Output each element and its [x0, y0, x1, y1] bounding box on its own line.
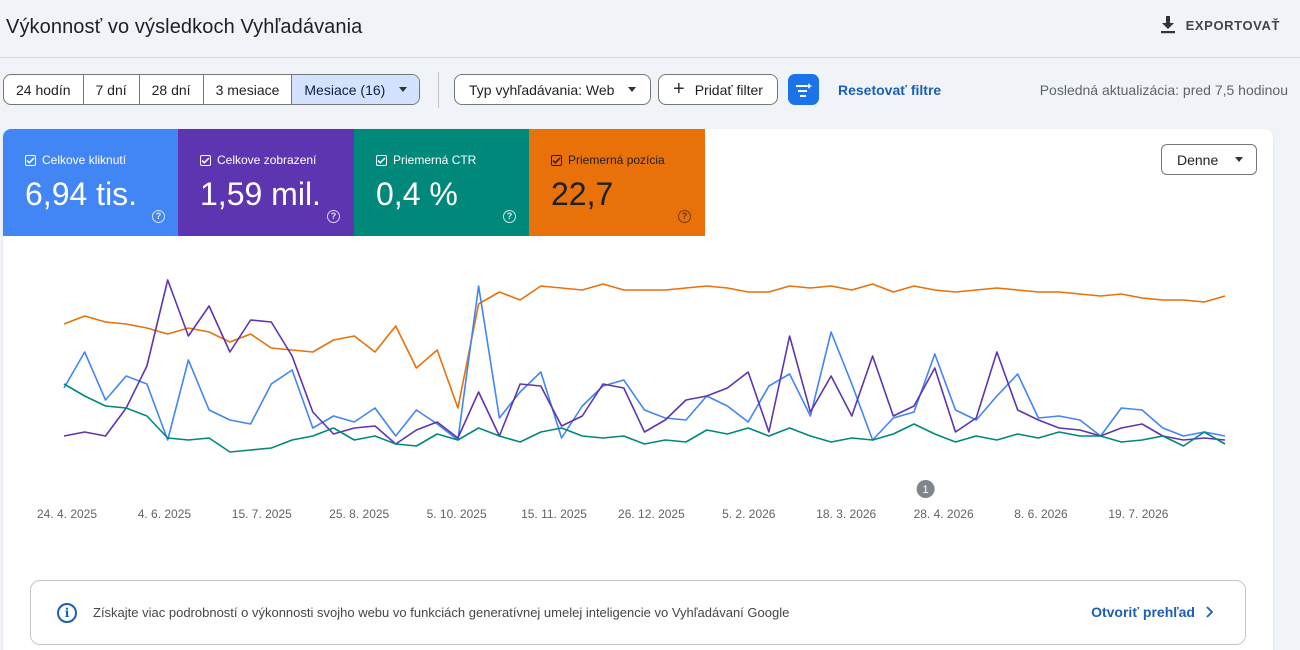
metric-value: 1,59 mil.	[200, 176, 321, 212]
filter-settings-button[interactable]	[788, 74, 819, 105]
chart-series-line	[63, 279, 1226, 445]
page-title: Výkonnosť vo výsledkoch Vyhľadávania	[6, 16, 363, 38]
filter-list-icon	[795, 82, 812, 97]
checkbox-checked-icon[interactable]	[200, 154, 211, 166]
metric-label-row: Priemerná CTR	[376, 153, 476, 167]
add-filter-label: Pridať filter	[694, 81, 763, 98]
help-icon[interactable]: ?	[678, 210, 691, 223]
range-3-months[interactable]: 3 mesiace	[204, 75, 293, 104]
help-icon[interactable]: ?	[503, 210, 516, 223]
date-range-selector: 24 hodín 7 dní 28 dní 3 mesiace Mesiace …	[3, 74, 421, 105]
metric-average-ctr[interactable]: Priemerná CTR 0,4 % ?	[354, 129, 530, 236]
performance-card: Celkove kliknutí 6,94 tis. ? Celkove zob…	[3, 129, 1273, 650]
chevron-down-icon	[399, 87, 408, 92]
checkbox-checked-icon[interactable]	[376, 154, 387, 166]
last-updated-text: Posledná aktualizácia: pred 7,5 hodinou	[1039, 82, 1288, 98]
help-icon[interactable]: ?	[327, 210, 340, 223]
search-type-dropdown[interactable]: Typ vyhľadávania: Web	[454, 74, 652, 105]
range-16-months-dropdown[interactable]: Mesiace (16)	[292, 75, 420, 104]
range-label: 28 dní	[151, 81, 191, 98]
chart-series-line	[63, 383, 1226, 453]
range-24-hours[interactable]: 24 hodín	[4, 75, 84, 104]
x-tick-label: 5. 10. 2025	[427, 507, 487, 521]
metric-label: Priemerná pozícia	[568, 153, 665, 167]
annotation-marker[interactable]: 1	[916, 480, 935, 498]
ai-insights-banner: i Získajte viac podrobností o výkonnosti…	[30, 580, 1246, 645]
x-tick-label: 15. 7. 2025	[232, 507, 292, 521]
checkbox-checked-icon[interactable]	[551, 154, 562, 166]
range-28-days[interactable]: 28 dní	[140, 75, 204, 104]
export-button[interactable]: EXPORTOVAŤ	[1160, 16, 1280, 34]
x-tick-label: 15. 11. 2025	[521, 507, 587, 521]
search-type-label: Typ vyhľadávania: Web	[469, 81, 615, 98]
granularity-label: Denne	[1177, 151, 1219, 168]
banner-text: Získajte viac podrobností o výkonnosti s…	[93, 605, 790, 620]
open-report-link[interactable]: Otvoriť prehľad	[1091, 604, 1213, 620]
range-label: Mesiace (16)	[304, 81, 386, 98]
x-tick-label: 26. 12. 2025	[618, 507, 685, 521]
svg-text:1: 1	[923, 484, 929, 496]
metric-label: Celkove zobrazení	[217, 153, 317, 167]
chevron-down-icon	[1235, 157, 1243, 162]
x-tick-label: 25. 8. 2025	[329, 507, 389, 521]
open-report-label: Otvoriť prehľad	[1091, 604, 1195, 620]
metric-value: 6,94 tis.	[25, 176, 138, 212]
x-tick-label: 5. 2. 2026	[722, 507, 776, 521]
metric-value: 0,4 %	[376, 176, 458, 212]
metric-label: Priemerná CTR	[393, 153, 477, 167]
x-tick-label: 28. 4. 2026	[914, 507, 974, 521]
chart-series-line	[63, 285, 1226, 441]
x-tick-label: 24. 4. 2025	[37, 507, 97, 521]
add-filter-button[interactable]: + Pridať filter	[658, 74, 778, 105]
x-tick-label: 8. 6. 2026	[1014, 507, 1068, 521]
metric-label-row: Celkove kliknutí	[25, 153, 126, 167]
metric-total-clicks[interactable]: Celkove kliknutí 6,94 tis. ?	[3, 129, 179, 236]
range-label: 3 mesiace	[215, 81, 280, 98]
export-label: EXPORTOVAŤ	[1185, 17, 1280, 33]
plus-icon: +	[673, 77, 685, 100]
x-tick-label: 4. 6. 2025	[138, 507, 192, 521]
reset-filters-link[interactable]: Resetovať filtre	[838, 82, 941, 98]
range-label: 24 hodín	[16, 81, 71, 98]
chart-series-line	[63, 283, 1226, 409]
range-label: 7 dní	[95, 81, 127, 98]
metric-total-impressions[interactable]: Celkove zobrazení 1,59 mil. ?	[178, 129, 354, 236]
download-icon	[1160, 16, 1175, 34]
granularity-dropdown[interactable]: Denne	[1161, 144, 1257, 175]
chevron-down-icon	[628, 87, 637, 92]
checkbox-checked-icon[interactable]	[25, 154, 36, 166]
x-tick-label: 18. 3. 2026	[816, 507, 876, 521]
metric-average-position[interactable]: Priemerná pozícia 22,7 ?	[529, 129, 705, 236]
metric-value: 22,7	[551, 176, 614, 212]
metric-label-row: Celkove zobrazení	[200, 153, 316, 167]
metric-label: Celkove kliknutí	[42, 153, 127, 167]
chevron-right-icon	[1206, 606, 1213, 618]
divider	[438, 72, 439, 108]
top-bar: Výkonnosť vo výsledkoch Vyhľadávania EXP…	[0, 0, 1300, 58]
range-7-days[interactable]: 7 dní	[84, 75, 140, 104]
info-icon: i	[57, 603, 77, 623]
filter-bar: 24 hodín 7 dní 28 dní 3 mesiace Mesiace …	[0, 72, 1300, 108]
metric-label-row: Priemerná pozícia	[551, 153, 665, 167]
help-icon[interactable]: ?	[152, 210, 165, 223]
performance-chart[interactable]: 24. 4. 2025 4. 6. 2025 15. 7. 2025 25. 8. 2…	[3, 236, 1273, 536]
x-tick-label: 19. 7. 2026	[1108, 507, 1168, 521]
